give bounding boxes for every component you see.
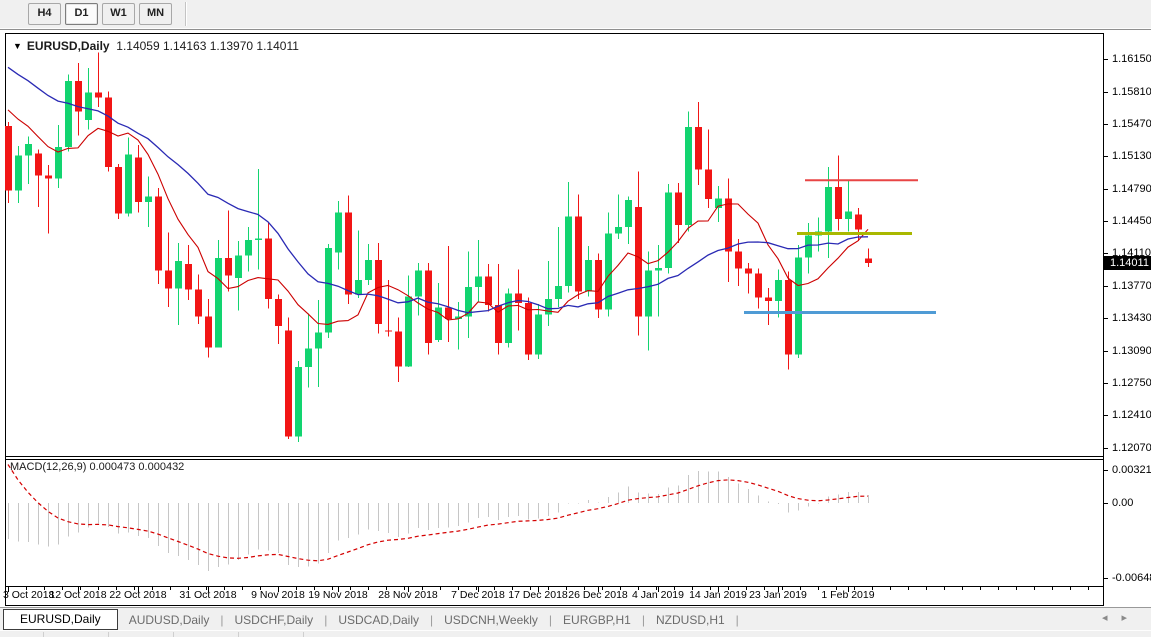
date-axis-label: 26 Dec 2018 — [568, 589, 628, 601]
chart-tab-nzdusd[interactable]: NZDUSD,H1 — [645, 613, 736, 627]
toolbar-separator — [185, 2, 187, 26]
timeframe-toolbar: H4D1W1MN — [0, 0, 1151, 30]
date-axis-label: 22 Oct 2018 — [109, 589, 166, 601]
status-notch — [43, 632, 44, 637]
price-axis-label: 1.14790 — [1112, 183, 1151, 195]
date-axis-label: 12 Oct 2018 — [49, 589, 106, 601]
macd-indicator-header: MACD(12,26,9) 0.000473 0.000432 — [10, 461, 184, 473]
date-axis-label: 3 Oct 2018 — [3, 589, 54, 601]
status-notch — [108, 632, 109, 637]
price-axis: 1.16150 1.15810 1.15470 1.15130 1.14790 1.144… — [1105, 33, 1151, 606]
trading-app-window: H4D1W1MN ▼ EURUSD,Daily 1.14059 1.14163 1… — [0, 0, 1151, 637]
price-axis-label: 1.14450 — [1112, 215, 1151, 227]
macd-axis-label: -0.006485 — [1112, 572, 1151, 584]
chart-symbol-label: EURUSD,Daily — [27, 39, 110, 53]
date-axis-label: 14 Jan 2019 — [689, 589, 747, 601]
pane-splitter-top[interactable] — [5, 456, 1104, 457]
date-axis-label: 28 Nov 2018 — [378, 589, 438, 601]
macd-axis-label: 0.003216 — [1112, 464, 1151, 476]
price-axis-label: 1.12070 — [1112, 442, 1151, 454]
date-axis-label: 1 Feb 2019 — [821, 589, 874, 601]
date-axis-label: 7 Dec 2018 — [451, 589, 505, 601]
price-axis-label: 1.15470 — [1112, 118, 1151, 130]
chart-canvas[interactable] — [5, 33, 1104, 606]
date-axis-label: 4 Jan 2019 — [632, 589, 684, 601]
chart-tab-usdcad[interactable]: USDCAD,Daily — [327, 613, 430, 627]
macd-values: 0.000473 0.000432 — [89, 461, 184, 473]
pane-splitter-bottom[interactable] — [5, 459, 1104, 460]
chart-tab-eurgbp[interactable]: EURGBP,H1 — [552, 613, 642, 627]
timeframe-button-mn[interactable]: MN — [139, 3, 172, 25]
tab-separator: | — [736, 613, 739, 627]
price-axis-label: 1.13090 — [1112, 345, 1151, 357]
date-axis-label: 17 Dec 2018 — [508, 589, 568, 601]
symbol-tab-bar: EURUSD,DailyAUDUSD,Daily|USDCHF,Daily|US… — [0, 607, 1151, 631]
chart-tab-usdchf[interactable]: USDCHF,Daily — [224, 613, 325, 627]
chart-title: ▼ EURUSD,Daily 1.14059 1.14163 1.13970 1.… — [13, 39, 299, 53]
price-axis-label: 1.12410 — [1112, 409, 1151, 421]
date-axis-label: 9 Nov 2018 — [251, 589, 305, 601]
status-strip — [0, 630, 1151, 637]
date-axis-label: 31 Oct 2018 — [179, 589, 236, 601]
price-axis-label: 1.12750 — [1112, 377, 1151, 389]
chart-tab-eurusd[interactable]: EURUSD,Daily — [3, 609, 118, 630]
price-axis-label: 1.13770 — [1112, 280, 1151, 292]
status-notch — [238, 632, 239, 637]
chart-ohlc-values: 1.14059 1.14163 1.13970 1.14011 — [116, 39, 299, 53]
tab-scroll-right-icon[interactable]: ▸ — [1121, 612, 1141, 624]
price-axis-label: 1.15810 — [1112, 86, 1151, 98]
macd-axis-label: 0.00 — [1112, 497, 1133, 509]
timeframe-button-w1[interactable]: W1 — [102, 3, 135, 25]
price-axis-label: 1.16150 — [1112, 53, 1151, 65]
macd-label: MACD(12,26,9) — [10, 461, 86, 473]
macd-pane-border — [5, 586, 1104, 587]
chart-tab-usdcnh[interactable]: USDCNH,Weekly — [433, 613, 549, 627]
chart-tab-audusd[interactable]: AUDUSD,Daily — [118, 613, 221, 627]
timeframe-button-h4[interactable]: H4 — [28, 3, 61, 25]
tab-scroll-arrows: ◂▸ — [1102, 611, 1141, 624]
symbol-dropdown-icon[interactable]: ▼ — [13, 41, 22, 51]
price-axis-label: 1.13430 — [1112, 312, 1151, 324]
status-notch — [173, 632, 174, 637]
current-price-badge: 1.14011 — [1104, 256, 1151, 270]
timeframe-button-d1[interactable]: D1 — [65, 3, 98, 25]
status-notch — [303, 632, 304, 637]
date-axis-label: 19 Nov 2018 — [308, 589, 368, 601]
price-axis-label: 1.15130 — [1112, 150, 1151, 162]
tab-scroll-left-icon[interactable]: ◂ — [1102, 612, 1122, 624]
date-axis-label: 23 Jan 2019 — [749, 589, 807, 601]
